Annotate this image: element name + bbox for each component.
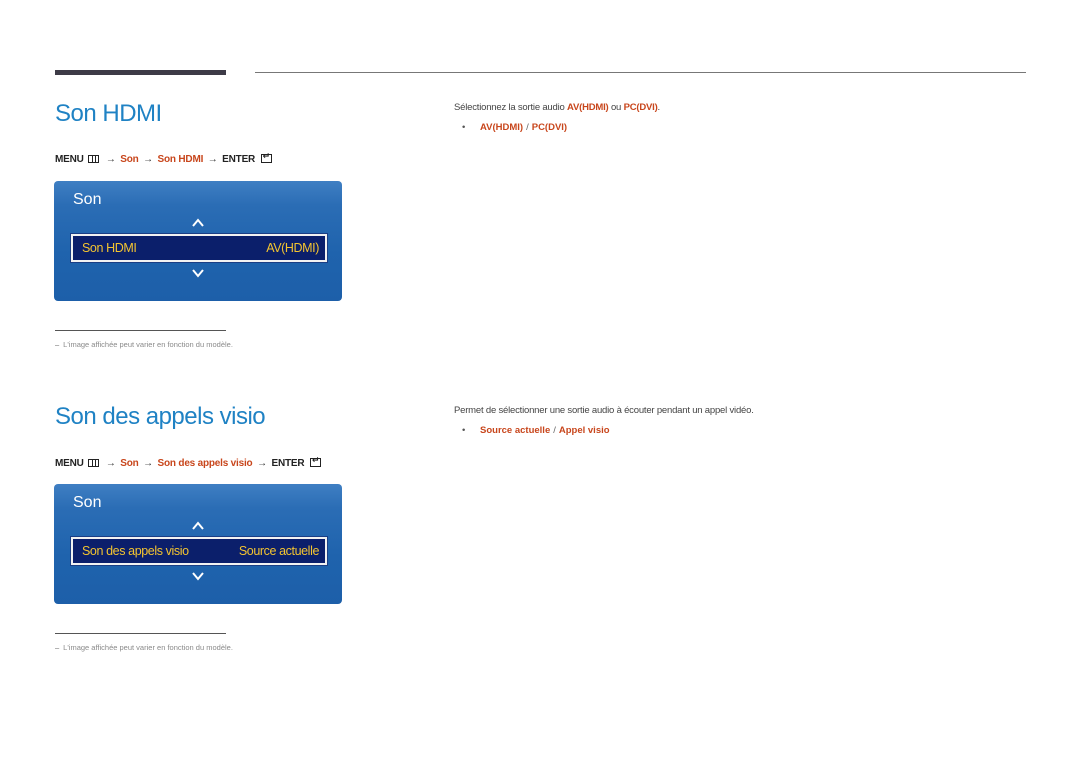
osd-item-value: AV(HDMI)	[266, 241, 319, 255]
arrow: →	[207, 154, 218, 165]
menu-step-son: Son	[120, 154, 139, 165]
note-divider	[55, 633, 226, 634]
description-text: ou	[608, 102, 624, 113]
enter-icon	[309, 455, 321, 467]
description-text: .	[657, 102, 661, 113]
osd-title: Son	[73, 191, 102, 208]
menu-label: MENU	[55, 458, 84, 469]
enter-icon	[260, 151, 272, 163]
osd-item-value: Source actuelle	[238, 544, 320, 558]
osd-menu-panel: Son Son HDMI AV(HDMI)	[54, 181, 342, 301]
osd-title: Son	[73, 494, 102, 511]
option-item: Source actuelle	[480, 425, 551, 436]
arrow: →	[105, 154, 116, 165]
arrow: →	[143, 154, 153, 165]
footnote-dash: –	[55, 340, 60, 349]
section-title: Son des appels visio	[55, 403, 266, 430]
menu-step-son-des-appels-visio: Son des appels visio	[157, 458, 253, 469]
footnote: – L'image affichée peut varier en fonctio…	[55, 643, 233, 652]
footnote-text: L'image affichée peut varier en fonction…	[63, 340, 233, 349]
option-item: AV(HDMI)	[480, 122, 524, 133]
osd-item-label: Son des appels visio	[82, 544, 189, 558]
arrow: →	[105, 458, 116, 469]
footnote-dash: –	[55, 643, 60, 652]
option-item: Appel visio	[558, 425, 610, 436]
section-title: Son HDMI	[55, 100, 162, 127]
chevron-down-icon[interactable]	[192, 267, 204, 279]
bullet: •	[462, 425, 466, 436]
arrow: →	[143, 458, 153, 469]
arrow: →	[257, 458, 267, 469]
option-item: PC(DVI)	[531, 122, 568, 133]
footnote-text: L'image affichée peut varier en fonction…	[63, 643, 233, 652]
option-separator: /	[526, 122, 529, 133]
menu-grid-icon	[88, 155, 100, 163]
description-text: Sélectionnez la sortie audio	[454, 102, 568, 113]
description: Permet de sélectionner une sortie audio …	[454, 405, 754, 416]
enter-label: ENTER	[271, 458, 305, 469]
header-rule-thin	[255, 72, 1026, 73]
option-av-hdmi: AV(HDMI)	[567, 102, 609, 113]
chevron-up-icon[interactable]	[192, 520, 204, 532]
header-rule-thick	[55, 70, 226, 75]
osd-item-label: Son HDMI	[82, 241, 137, 255]
bullet: •	[462, 122, 466, 133]
note-divider	[55, 330, 226, 331]
option-pc-dvi: PC(DVI)	[623, 102, 658, 113]
enter-label: ENTER	[222, 154, 256, 165]
osd-menu-panel: Son Son des appels visio Source actuelle	[54, 484, 342, 604]
menu-step-son: Son	[120, 458, 139, 469]
description-text: Permet de sélectionner une sortie audio …	[454, 405, 754, 416]
menu-step-son-hdmi: Son HDMI	[157, 154, 204, 165]
chevron-down-icon[interactable]	[192, 570, 204, 582]
menu-label: MENU	[55, 154, 84, 165]
menu-path: MENU → Son → Son HDMI → ENTER	[55, 151, 272, 165]
description: Sélectionnez la sortie audio AV(HDMI) ou…	[454, 102, 660, 113]
option-separator: /	[553, 425, 556, 436]
chevron-up-icon[interactable]	[192, 217, 204, 229]
osd-selected-item[interactable]: Son HDMI AV(HDMI)	[71, 234, 327, 262]
options-list-item: • AV(HDMI) / PC(DVI)	[462, 122, 567, 133]
menu-grid-icon	[88, 459, 100, 467]
options-list-item: • Source actuelle / Appel visio	[462, 425, 610, 436]
footnote: – L'image affichée peut varier en fonctio…	[55, 340, 233, 349]
menu-path: MENU → Son → Son des appels visio → ENTE…	[55, 455, 321, 469]
osd-selected-item[interactable]: Son des appels visio Source actuelle	[71, 537, 327, 565]
